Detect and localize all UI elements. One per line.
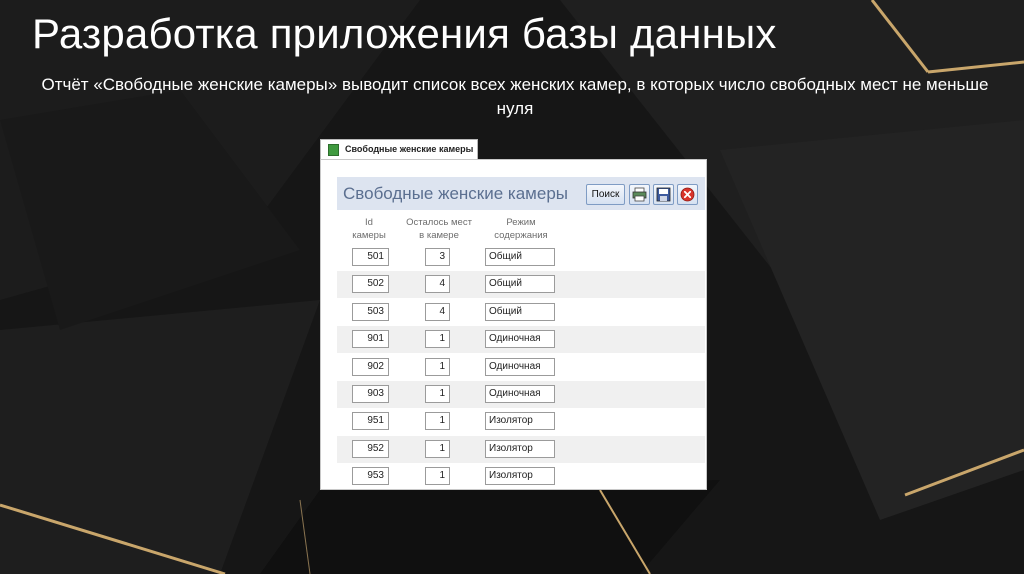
- cell-cell-id[interactable]: 502: [352, 275, 389, 294]
- table-row: 952 1 Изолятор: [337, 435, 705, 463]
- cell-regime[interactable]: Одиночная: [485, 385, 555, 403]
- cell-cell-id[interactable]: 952: [352, 439, 389, 458]
- table-row: 902 1 Одиночная: [337, 354, 705, 381]
- cell-free-places[interactable]: 1: [425, 412, 450, 431]
- cell-regime[interactable]: Одиночная: [485, 330, 555, 349]
- column-header-regime: Режим содержания: [494, 217, 548, 241]
- cell-cell-id[interactable]: 901: [352, 330, 389, 349]
- report-header: Свободные женские камеры Поиск: [337, 177, 705, 210]
- cell-free-places[interactable]: 4: [425, 275, 450, 294]
- cell-regime[interactable]: Общий: [485, 302, 555, 321]
- table-row: 501 3 Общий: [337, 244, 705, 271]
- cell-cell-id[interactable]: 953: [352, 467, 389, 486]
- slide-title: Разработка приложения базы данных: [32, 10, 777, 57]
- cell-regime[interactable]: Общий: [485, 248, 555, 266]
- tab-report[interactable]: Свободные женские камеры: [320, 139, 478, 159]
- column-header-id: Id камеры: [352, 217, 386, 241]
- report-form: Свободные женские камеры Поиск Idкамеры: [320, 159, 707, 490]
- tab-label: Свободные женские камеры: [345, 144, 474, 154]
- cell-free-places[interactable]: 3: [425, 248, 450, 266]
- cell-free-places[interactable]: 1: [425, 385, 450, 403]
- cell-cell-id[interactable]: 951: [352, 412, 389, 431]
- table-row: 901 1 Одиночная: [337, 326, 705, 354]
- cell-free-places[interactable]: 1: [425, 439, 450, 458]
- save-button[interactable]: [653, 184, 674, 205]
- table-row: 502 4 Общий: [337, 271, 705, 299]
- table-row: 951 1 Изолятор: [337, 408, 705, 435]
- save-icon: [656, 187, 671, 202]
- close-button[interactable]: [677, 184, 698, 205]
- close-icon: [680, 187, 695, 202]
- cell-regime[interactable]: Изолятор: [485, 439, 555, 458]
- cell-free-places[interactable]: 4: [425, 302, 450, 321]
- print-icon: [632, 187, 647, 202]
- cell-free-places[interactable]: 1: [425, 357, 450, 376]
- search-button[interactable]: Поиск: [586, 184, 625, 205]
- cell-cell-id[interactable]: 503: [352, 302, 389, 321]
- cell-cell-id[interactable]: 902: [352, 357, 389, 376]
- table-row: 953 1 Изолятор: [337, 463, 705, 490]
- column-header-free-places: Осталось мест в камере: [406, 217, 472, 241]
- cell-free-places[interactable]: 1: [425, 330, 450, 349]
- report-title: Свободные женские камеры: [343, 184, 569, 203]
- cell-regime[interactable]: Изолятор: [485, 467, 555, 486]
- print-button[interactable]: [629, 184, 650, 205]
- cell-regime[interactable]: Одиночная: [485, 357, 555, 376]
- cell-cell-id[interactable]: 903: [352, 385, 389, 403]
- report-icon: [328, 144, 339, 156]
- cell-regime[interactable]: Изолятор: [485, 412, 555, 431]
- cell-regime[interactable]: Общий: [485, 275, 555, 294]
- table-row: 503 4 Общий: [337, 299, 705, 326]
- slide-subtitle: Отчёт «Свободные женские камеры» выводит…: [41, 75, 989, 118]
- cell-free-places[interactable]: 1: [425, 467, 450, 486]
- table-row: 903 1 Одиночная: [337, 381, 705, 408]
- cell-cell-id[interactable]: 501: [352, 248, 389, 266]
